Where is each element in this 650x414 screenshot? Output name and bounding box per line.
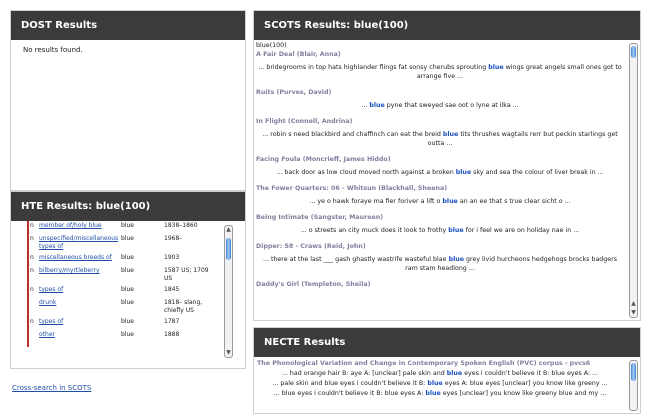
scots-snippet: ... blue pyne that sweyed sae oot o lyne…	[361, 102, 519, 109]
hte-date: 1888	[164, 331, 180, 338]
necte-snippet: ... blue eyes i couldn't believe it B: b…	[273, 390, 607, 397]
scots-snippet: ... ye o hawk foraye ma fier foriver a l…	[309, 198, 571, 205]
keyword-highlight: blue	[446, 370, 463, 377]
hte-word-link[interactable]: drunk	[39, 299, 56, 306]
scots-scrollbar[interactable]: ▲ ▼	[629, 43, 638, 318]
hte-keyword: blue	[121, 318, 134, 325]
hte-row: aj other blue 1888	[25, 330, 241, 347]
row-marker	[27, 298, 29, 317]
dost-empty-message: No results found.	[23, 46, 83, 54]
scots-entry-meta[interactable]: Facing Foula (Moncrieff, James Hiddo)	[256, 155, 624, 164]
hte-title: HTE Results: blue(100)	[11, 192, 245, 221]
scots-entry-meta[interactable]: Dipper: 58 - Craws (Reid, John)	[256, 242, 624, 251]
dost-panel: DOST Results No results found.	[10, 10, 246, 191]
row-marker	[27, 285, 29, 298]
scroll-up-arrow-icon[interactable]: ▲	[225, 226, 232, 234]
hte-panel: HTE Results: blue(100) n member of/holy …	[10, 191, 246, 369]
scots-entry-meta[interactable]: The Fower Quarters: 06 - Whitsun (Blackh…	[256, 184, 624, 193]
necte-snippet: ... pale skin and blue eyes i couldn't b…	[272, 380, 608, 387]
hte-keyword: blue	[121, 299, 134, 306]
row-marker	[27, 253, 29, 266]
hte-word-link[interactable]: miscellaneous breeds of	[39, 254, 112, 261]
necte-title: NECTE Results	[254, 328, 640, 357]
keyword-highlight: blue	[427, 380, 443, 387]
hte-row: n member of/holy blue blue 1838–1860	[25, 221, 241, 234]
scots-entry-meta[interactable]: Being Intimate (Sangster, Maureen)	[256, 213, 624, 222]
hte-word-link[interactable]: other	[39, 331, 55, 338]
row-marker	[27, 234, 29, 253]
dost-title: DOST Results	[11, 11, 245, 40]
hte-word-link[interactable]: types of	[39, 286, 63, 293]
keyword-highlight: blue	[442, 198, 458, 205]
hte-date: 1968–	[164, 235, 183, 242]
hte-word-link[interactable]: unspecified/miscellaneous types of	[39, 235, 118, 250]
hte-row: n miscellaneous breeds of blue 1903	[25, 253, 241, 266]
hte-row: aj drunk blue 1818– slang, chiefly US	[25, 298, 241, 317]
hte-keyword: blue	[121, 267, 134, 274]
hte-keyword: blue	[121, 254, 134, 261]
keyword-highlight: blue	[448, 256, 464, 263]
scots-results: blue(100) A Fair Deal (Blair, Anna) ... …	[254, 40, 626, 320]
hte-keyword: blue	[121, 286, 134, 293]
scots-snippet: ... back door as low cloud moved north a…	[276, 169, 604, 176]
necte-corpus-meta[interactable]: The Phonological Variation and Change in…	[257, 359, 623, 369]
scots-snippet: ... there at the last ___ gash ghastly w…	[262, 256, 618, 272]
necte-snippet: ... had orange hair B: aye A: [unclear] …	[281, 370, 599, 377]
hte-date: 1903	[164, 254, 180, 261]
hte-row: n types of blue 1845	[25, 285, 241, 298]
scots-snippet: ... robin s need blackbird and chaffinch…	[262, 131, 618, 147]
row-marker	[27, 330, 29, 347]
scots-snippet: ... bridegrooms in top hats highlander f…	[258, 64, 622, 80]
necte-results: The Phonological Variation and Change in…	[254, 357, 626, 413]
scots-entry-meta[interactable]: A Fair Deal (Blair, Anna)	[256, 50, 624, 59]
scots-scroll-thumb[interactable]	[631, 46, 636, 58]
hte-scrollbar[interactable]: ▲ ▼	[224, 225, 233, 358]
hte-date: 1587 US; 1709 US	[164, 267, 209, 282]
scots-entry-meta[interactable]: In Flight (Connell, Andrina)	[256, 117, 624, 126]
hte-keyword: blue	[121, 331, 134, 338]
hte-date: 1787	[164, 318, 180, 325]
hte-date: 1818– slang, chiefly US	[164, 299, 203, 314]
scots-snippet: ... o streets an city muck does it look …	[300, 227, 580, 234]
keyword-highlight: blue	[448, 227, 464, 234]
row-marker	[27, 317, 29, 330]
scots-entry-meta[interactable]: Daddy's Girl (Templeton, Sheila)	[256, 280, 624, 289]
hte-date: 1845	[164, 286, 180, 293]
cross-search-link[interactable]: Cross-search in SCOTS	[12, 384, 91, 392]
hte-word-link[interactable]: bilberry/myrtleberry	[39, 267, 100, 274]
keyword-highlight: blue	[425, 390, 441, 397]
scots-title: SCOTS Results: blue(100)	[254, 11, 640, 40]
scroll-up-arrow-icon[interactable]: ▲	[630, 300, 637, 308]
hte-keyword: blue	[121, 235, 134, 242]
necte-panel: NECTE Results The Phonological Variation…	[253, 327, 641, 414]
keyword-highlight: blue	[488, 64, 504, 71]
row-marker	[27, 221, 29, 234]
hte-row: n types of blue 1787	[25, 317, 241, 330]
row-marker	[27, 266, 29, 285]
scots-entry-meta[interactable]: Ruits (Purves, David)	[256, 88, 624, 97]
hte-keyword: blue	[121, 222, 134, 229]
scroll-down-arrow-icon[interactable]: ▼	[630, 309, 637, 317]
hte-word-link[interactable]: types of	[39, 318, 63, 325]
scots-query: blue(100)	[256, 42, 287, 49]
hte-row: n unspecified/miscellaneous types of blu…	[25, 234, 241, 253]
hte-results-list: n member of/holy blue blue 1838–1860 n u…	[25, 221, 241, 364]
scroll-down-arrow-icon[interactable]: ▼	[225, 349, 232, 357]
necte-scroll-thumb[interactable]	[631, 363, 636, 381]
hte-row: n bilberry/myrtleberry blue 1587 US; 170…	[25, 266, 241, 285]
hte-scroll-thumb[interactable]	[226, 238, 231, 260]
keyword-highlight: blue	[369, 102, 385, 109]
necte-scrollbar[interactable]	[629, 360, 638, 411]
keyword-highlight: blue	[455, 169, 472, 176]
scots-panel: SCOTS Results: blue(100) blue(100) A Fai…	[253, 10, 641, 321]
keyword-highlight: blue	[442, 131, 459, 138]
hte-date: 1838–1860	[164, 222, 198, 229]
hte-word-link[interactable]: member of/holy blue	[39, 222, 102, 229]
